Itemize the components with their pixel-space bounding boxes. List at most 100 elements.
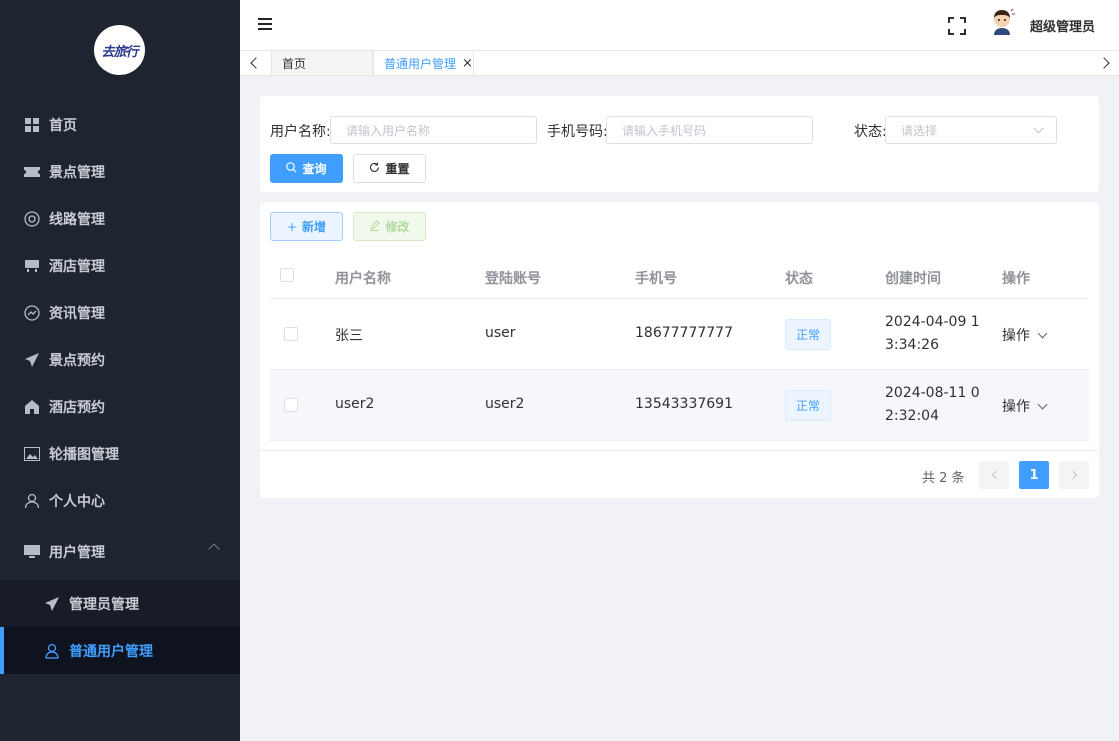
- sofa-icon: [24, 258, 40, 274]
- user-icon: [44, 643, 60, 659]
- username-input[interactable]: 请输入用户名称: [330, 116, 537, 144]
- edit-icon: [369, 219, 381, 234]
- query-label: 查询: [302, 162, 327, 176]
- picture-icon: [24, 446, 40, 462]
- pagination-divider: [260, 450, 1099, 451]
- chevron-right-icon: [1068, 470, 1077, 480]
- query-button[interactable]: 查询: [270, 154, 343, 183]
- edit-label: 修改: [385, 220, 410, 234]
- sidebar-item-hotel-booking[interactable]: 酒店预约: [0, 383, 240, 430]
- tab-normal-user-management[interactable]: 普通用户管理 ×: [373, 51, 474, 76]
- chevron-down-icon: [1037, 328, 1048, 338]
- sidebar-item-label: 酒店管理: [49, 258, 105, 275]
- status-badge: 正常: [785, 390, 831, 421]
- search-icon: [286, 161, 297, 176]
- user-table-card: + 新增 修改 用户名称 登陆账号 手机号 状态 创建时间 操作 张三 user…: [260, 202, 1099, 498]
- row-checkbox[interactable]: [284, 398, 298, 412]
- sidebar: 去旅行 首页 景点管理 线路管理 酒店管理 资讯管理 景点预约 酒店预约 轮播图…: [0, 0, 240, 741]
- logo-text: 去旅行: [101, 44, 138, 60]
- status-label: 状态:: [854, 124, 887, 140]
- paper-plane-icon: [24, 352, 40, 368]
- cell-created: 2024-08-11 02:32:04: [885, 385, 980, 424]
- avatar[interactable]: [990, 8, 1016, 36]
- sidebar-item-label: 线路管理: [49, 211, 105, 228]
- phone-placeholder: 请输入手机号码: [622, 123, 707, 138]
- chevron-up-icon: [208, 543, 220, 555]
- action-label: 操作: [1002, 328, 1030, 344]
- cell-username: 张三: [335, 328, 363, 344]
- tags-bar: 首页 普通用户管理 ×: [240, 51, 1119, 76]
- sidebar-item-news[interactable]: 资讯管理: [0, 289, 240, 336]
- row-action-dropdown[interactable]: 操作: [1002, 396, 1048, 416]
- sidebar-item-home[interactable]: 首页: [0, 101, 240, 148]
- sidebar-item-normal-user-management[interactable]: 普通用户管理: [0, 627, 240, 674]
- app-logo: 去旅行: [94, 25, 145, 75]
- sidebar-item-label: 轮播图管理: [49, 446, 119, 463]
- column-header-account: 登陆账号: [485, 271, 541, 287]
- sidebar-item-label: 普通用户管理: [69, 643, 153, 660]
- status-placeholder: 请选择: [901, 123, 938, 138]
- sidebar-item-scenic[interactable]: 景点管理: [0, 148, 240, 195]
- ticket-icon: [24, 164, 40, 180]
- status-select[interactable]: 请选择: [885, 116, 1057, 144]
- username-placeholder: 请输入用户名称: [346, 123, 431, 138]
- cell-account: user: [485, 325, 516, 341]
- phone-input[interactable]: 请输入手机号码: [606, 116, 813, 144]
- sidebar-item-label: 用户管理: [49, 545, 105, 561]
- sidebar-item-user-management[interactable]: 用户管理: [0, 524, 240, 580]
- sidebar-item-label: 景点管理: [49, 164, 105, 181]
- monitor-icon: [24, 544, 40, 560]
- paper-plane-icon: [44, 596, 60, 612]
- tab-home[interactable]: 首页: [271, 51, 373, 76]
- sidebar-item-profile[interactable]: 个人中心: [0, 477, 240, 524]
- column-header-created: 创建时间: [885, 271, 941, 287]
- username-label: 用户名称:: [270, 124, 331, 140]
- cell-phone: 18677777777: [635, 325, 733, 341]
- column-header-actions: 操作: [1002, 271, 1030, 287]
- sidebar-item-scenic-booking[interactable]: 景点预约: [0, 336, 240, 383]
- username[interactable]: 超级管理员: [1030, 16, 1095, 35]
- sidebar-item-label: 管理员管理: [69, 596, 139, 613]
- chart-circle-icon: [24, 304, 40, 321]
- column-header-status: 状态: [785, 271, 813, 287]
- search-form: 用户名称: 请输入用户名称 手机号码: 请输入手机号码 状态: 请选择 查询 重…: [260, 96, 1099, 192]
- user-management-submenu: 管理员管理 普通用户管理: [0, 580, 240, 674]
- select-all-checkbox[interactable]: [280, 268, 294, 282]
- chevron-down-icon: [1033, 123, 1044, 134]
- sidebar-menu: 首页 景点管理 线路管理 酒店管理 资讯管理 景点预约 酒店预约 轮播图管理 个…: [0, 101, 240, 674]
- tab-label: 首页: [282, 56, 307, 71]
- sidebar-item-carousel[interactable]: 轮播图管理: [0, 430, 240, 477]
- chevron-down-icon: [1037, 399, 1048, 409]
- cell-phone: 13543337691: [635, 396, 733, 412]
- cell-created: 2024-04-09 13:34:26: [885, 314, 980, 353]
- grid-icon: [24, 117, 40, 133]
- menu-toggle-icon[interactable]: [258, 18, 272, 32]
- prev-page-button[interactable]: [979, 461, 1009, 489]
- sidebar-item-label: 首页: [49, 117, 77, 134]
- sidebar-item-label: 景点预约: [49, 352, 105, 369]
- row-checkbox[interactable]: [284, 327, 298, 341]
- next-page-button[interactable]: [1059, 461, 1089, 489]
- add-button[interactable]: + 新增: [270, 212, 343, 241]
- status-badge: 正常: [785, 319, 831, 350]
- home-icon: [24, 399, 40, 415]
- page-button-1[interactable]: 1: [1019, 461, 1049, 489]
- reset-button[interactable]: 重置: [353, 154, 426, 183]
- reset-label: 重置: [385, 162, 410, 176]
- tab-label: 普通用户管理: [384, 56, 457, 71]
- sidebar-item-hotels[interactable]: 酒店管理: [0, 242, 240, 289]
- edit-button[interactable]: 修改: [353, 212, 426, 241]
- sidebar-item-label: 个人中心: [49, 493, 105, 510]
- top-header: 超级管理员: [240, 0, 1119, 51]
- sidebar-item-routes[interactable]: 线路管理: [0, 195, 240, 242]
- chevron-left-icon[interactable]: [250, 57, 262, 69]
- phone-label: 手机号码:: [547, 124, 608, 140]
- chevron-left-icon: [991, 470, 1000, 480]
- row-action-dropdown[interactable]: 操作: [1002, 325, 1048, 345]
- close-icon[interactable]: ×: [462, 56, 473, 71]
- sidebar-item-admin-management[interactable]: 管理员管理: [0, 580, 240, 627]
- user-icon: [24, 493, 40, 509]
- lifebuoy-icon: [24, 210, 40, 227]
- chevron-right-icon[interactable]: [1098, 57, 1110, 69]
- fullscreen-icon[interactable]: [948, 17, 966, 35]
